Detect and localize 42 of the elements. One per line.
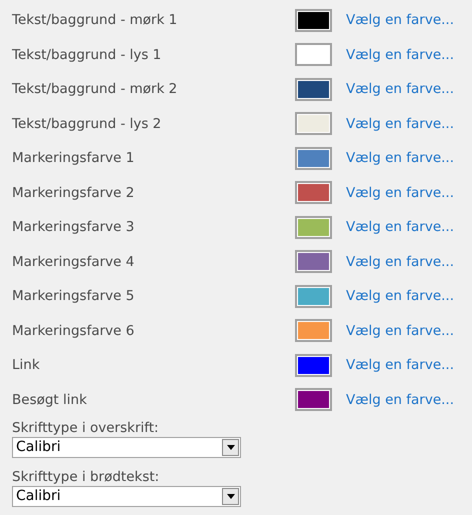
color-swatch[interactable] [295, 181, 332, 204]
color-swatch[interactable] [295, 250, 332, 274]
font-dropdown[interactable]: Calibri [12, 437, 241, 458]
choose-color-link[interactable]: Vælg en farve... [346, 10, 454, 30]
choose-color-link[interactable]: Vælg en farve... [346, 390, 454, 410]
color-swatch[interactable] [295, 284, 332, 308]
choose-color-link[interactable]: Vælg en farve... [346, 355, 454, 376]
color-label: Besøgt link [12, 390, 88, 410]
font-label: Skrifttype i brødtekst: [12, 470, 160, 485]
color-swatch[interactable] [295, 112, 332, 136]
color-label: Tekst/baggrund - lys 1 [12, 46, 162, 65]
choose-color-link[interactable]: Vælg en farve... [346, 79, 454, 100]
color-label: Tekst/baggrund - mørk 2 [12, 80, 178, 100]
choose-color-link[interactable]: Vælg en farve... [346, 217, 454, 238]
font-label: Skrifttype i overskrift: [12, 421, 160, 436]
choose-color-link[interactable]: Vælg en farve... [346, 148, 454, 168]
color-swatch[interactable] [295, 319, 332, 342]
color-swatch[interactable] [295, 388, 332, 412]
color-label: Markeringsfarve 1 [12, 149, 136, 168]
color-swatch[interactable] [295, 216, 332, 239]
choose-color-link[interactable]: Vælg en farve... [346, 182, 454, 203]
color-swatch[interactable] [295, 146, 332, 170]
color-label: Tekst/baggrund - lys 2 [12, 114, 162, 134]
font-dropdown[interactable]: Calibri [12, 486, 241, 507]
color-swatch[interactable] [295, 78, 332, 101]
color-swatch[interactable] [295, 43, 332, 66]
color-label: Link [12, 356, 41, 376]
color-label: Markeringsfarve 4 [12, 252, 136, 272]
color-label: Markeringsfarve 3 [12, 218, 136, 238]
color-label: Markeringsfarve 6 [12, 322, 136, 341]
color-label: Markeringsfarve 2 [12, 184, 136, 203]
choose-color-link[interactable]: Vælg en farve... [346, 320, 454, 341]
dropdown-value: Calibri [15, 487, 61, 506]
choose-color-link[interactable]: Vælg en farve... [346, 44, 454, 65]
dropdown-value: Calibri [15, 438, 61, 457]
color-swatch[interactable] [295, 8, 332, 32]
color-swatch[interactable] [295, 354, 332, 377]
color-label: Tekst/baggrund - mørk 1 [12, 11, 178, 30]
choose-color-link[interactable]: Vælg en farve... [346, 286, 454, 306]
color-label: Markeringsfarve 5 [12, 287, 136, 306]
choose-color-link[interactable]: Vælg en farve... [346, 114, 454, 134]
choose-color-link[interactable]: Vælg en farve... [346, 252, 454, 272]
